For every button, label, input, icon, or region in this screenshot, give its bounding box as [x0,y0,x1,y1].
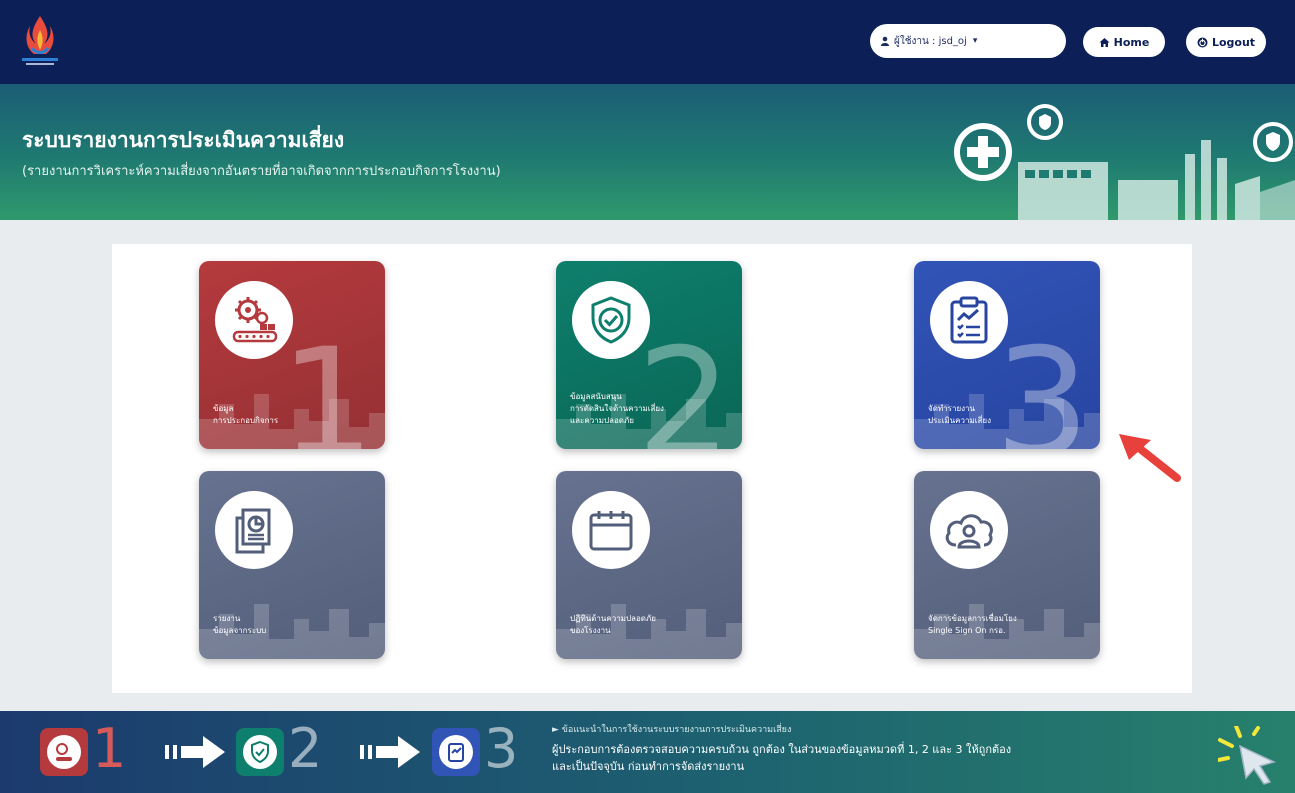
home-icon [1099,37,1110,47]
tile-business-info[interactable]: 1 ข้อมูล การประกอบกิจการ [199,261,385,449]
tile-label: ข้อมูล การประกอบกิจการ [213,403,363,427]
tile-label-line: Single Sign On กรอ. [928,626,1006,635]
icon-circle [47,735,81,769]
icon-circle [439,735,473,769]
clipboard-chart-icon [950,296,988,344]
tile-label-line: การตัดสินใจด้านความเสี่ยง [570,404,664,413]
tile-single-sign-on[interactable]: จัดการข้อมูลการเชื่อมโยง Single Sign On … [914,471,1100,659]
home-button[interactable]: Home [1083,27,1165,57]
ministry-logo-icon[interactable] [18,14,62,68]
instruction-heading: ► ข้อแนะนำในการใช้งานระบบรายงานการประเมิ… [552,725,792,735]
home-label: Home [1113,35,1150,49]
logout-label: Logout [1211,35,1256,49]
shield-check-icon [251,740,269,764]
step-1-badge [40,728,88,776]
calendar-icon [589,511,633,551]
icon-circle [930,281,1008,359]
tile-decision-support[interactable]: 2 ข้อมูลสนับสนุน การตัดสินใจด้านความเสี่… [556,261,742,449]
report-pie-icon [235,508,271,554]
icon-circle [215,281,293,359]
red-pointer-arrow-icon [1119,434,1181,482]
user-menu-label: ผู้ใช้งาน : jsd_oj [894,35,967,47]
tile-label: จัดการข้อมูลการเชื่อมโยง Single Sign On … [928,613,1078,637]
page-title: ระบบรายงานการประเมินความเสี่ยง [22,128,345,152]
caret-down-icon: ▾ [972,36,978,46]
instruction-text: ผู้ประกอบการต้องตรวจสอบความครบถ้วน ถูกต้… [552,741,1212,775]
tile-safety-calendar[interactable]: ปฏิทินด้านความปลอดภัย ของโรงงาน [556,471,742,659]
tile-label-line: ข้อมูลจากระบบ [213,626,267,635]
tile-label: จัดทำรายงาน ประเมินความเสี่ยง [928,403,1078,427]
tile-risk-report[interactable]: 3 จัดทำรายงาน ประเมินความเสี่ยง [914,261,1100,449]
tile-number: 3 [994,317,1090,449]
logout-button[interactable]: Logout [1186,27,1266,57]
tile-label: ปฏิทินด้านความปลอดภัย ของโรงงาน [570,613,720,637]
hero-banner: ระบบรายงานการประเมินความเสี่ยง (รายงานกา… [0,84,1295,220]
step-number: 2 [288,717,323,780]
icon-circle [930,491,1008,569]
tile-label-line: ของโรงงาน [570,626,611,635]
tile-label-line: ปฏิทินด้านความปลอดภัย [570,614,656,623]
tile-label: รายงาน ข้อมูลจากระบบ [213,613,363,637]
right-arrow-icon [165,736,225,768]
tile-label-line: ข้อมูลสนับสนุน [570,392,622,401]
tile-number: 1 [279,317,375,449]
step-number: 3 [484,717,519,780]
tile-label-line: รายงาน [213,614,241,623]
top-navbar: ผู้ใช้งาน : jsd_oj ▾ Home Logout [0,0,1295,84]
user-menu[interactable]: ผู้ใช้งาน : jsd_oj ▾ [870,24,1066,58]
step-3-badge [432,728,480,776]
tile-label-line: ประเมินความเสี่ยง [928,416,991,425]
clipboard-chart-icon [448,743,464,762]
factory-gear-icon [232,297,278,343]
icon-circle [572,281,650,359]
step-number: 1 [92,717,127,780]
tile-number: 2 [636,317,732,449]
cursor-click-icon [1218,726,1277,785]
tile-label-line: จัดการข้อมูลการเชื่อมโยง [928,614,1017,623]
cloud-user-icon [945,514,993,549]
shield-check-icon [591,296,631,344]
step-2-badge [236,728,284,776]
tile-system-report[interactable]: รายงาน ข้อมูลจากระบบ [199,471,385,659]
instruction-line: ผู้ประกอบการต้องตรวจสอบความครบถ้วน ถูกต้… [552,743,1012,756]
tile-label: ข้อมูลสนับสนุน การตัดสินใจด้านความเสี่ยง… [570,391,720,427]
icon-circle [572,491,650,569]
main-menu-panel: 1 ข้อมูล การประกอบกิจการ 2 ข้อมูลสนับสนุ… [112,244,1192,693]
icon-circle [215,491,293,569]
power-icon [1197,37,1208,47]
icon-circle [243,735,277,769]
tile-label-line: และความปลอดภัย [570,416,634,425]
tile-label-line: ข้อมูล [213,404,234,413]
factory-gear-icon [56,743,72,761]
instruction-line: และเป็นปัจจุบัน ก่อนทำการจัดส่งรายงาน [552,760,745,773]
page-subtitle: (รายงานการวิเคราะห์ความเสี่ยงจากอันตรายท… [22,164,501,179]
user-icon [881,36,889,46]
factory-banner-illustration [954,104,1295,220]
tile-label-line: จัดทำรายงาน [928,404,975,413]
tile-label-line: การประกอบกิจการ [213,416,279,425]
right-arrow-icon [360,736,420,768]
